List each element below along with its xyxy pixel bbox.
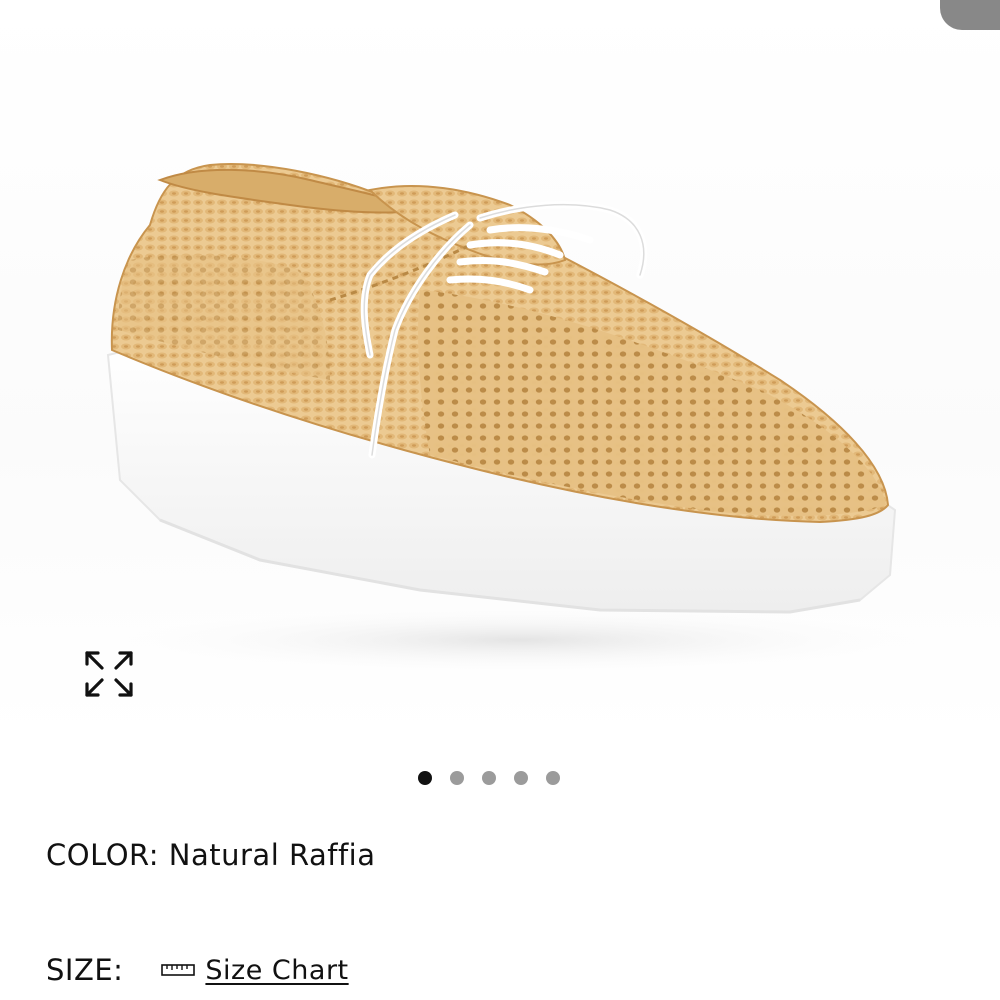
corner-overlay <box>940 0 1000 30</box>
size-label: SIZE: <box>46 953 124 987</box>
carousel-dot-4[interactable] <box>514 771 528 785</box>
color-label: COLOR: <box>46 838 169 872</box>
image-carousel-dots <box>418 771 560 785</box>
expand-arrows-icon[interactable] <box>80 646 138 702</box>
product-image[interactable] <box>0 0 1000 740</box>
product-image-area <box>0 0 1000 740</box>
size-chart-link[interactable]: Size Chart <box>161 955 348 986</box>
size-selection: SIZE: Size Chart <box>46 953 349 987</box>
color-value: Natural Raffia <box>168 838 376 872</box>
carousel-dot-5[interactable] <box>546 771 560 785</box>
size-chart-label[interactable]: Size Chart <box>205 955 348 986</box>
carousel-dot-1[interactable] <box>418 771 432 785</box>
carousel-dot-2[interactable] <box>450 771 464 785</box>
ruler-icon <box>161 964 196 976</box>
product-page: COLOR: Natural Raffia SIZE: Size Chart <box>0 0 1000 1000</box>
carousel-dot-3[interactable] <box>482 771 496 785</box>
color-selection: COLOR: Natural Raffia <box>46 838 376 872</box>
